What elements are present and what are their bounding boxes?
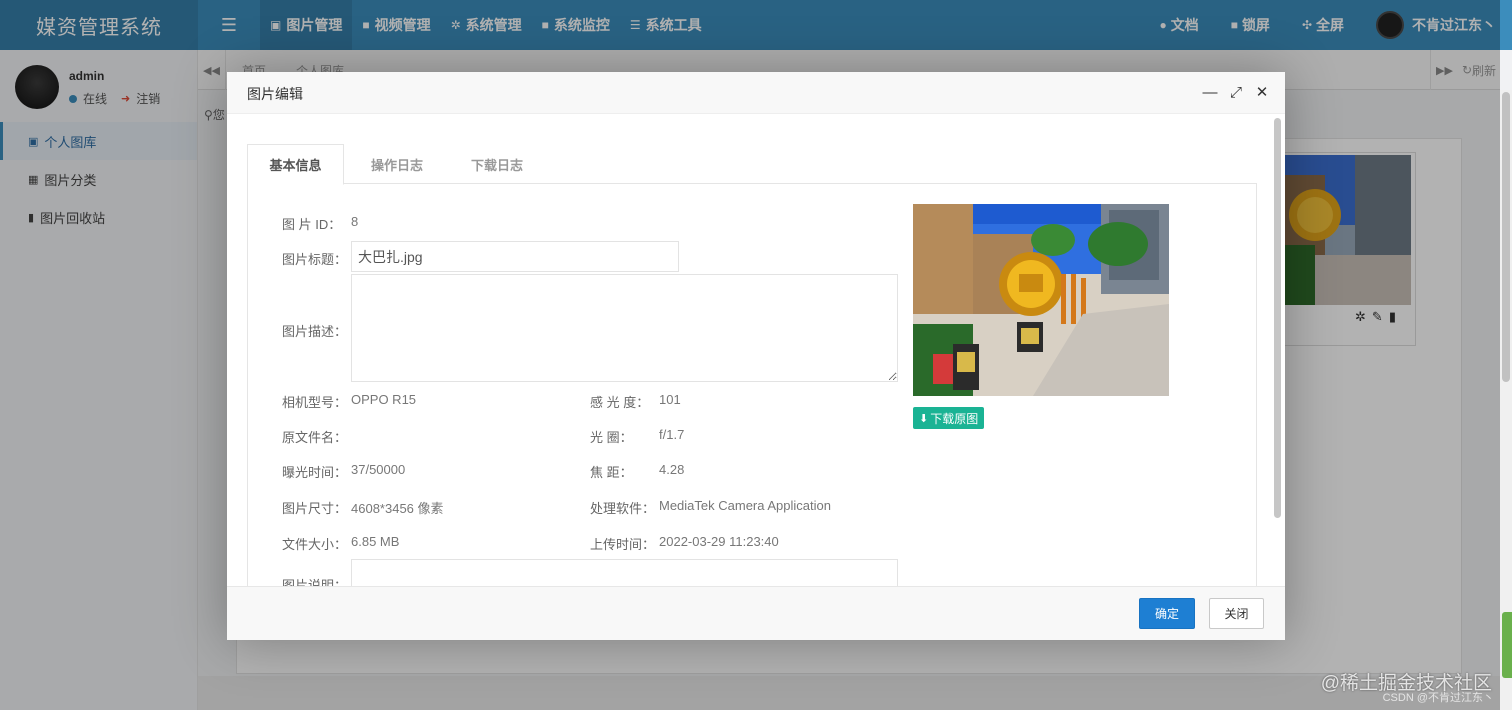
aperture-label: 光 圈： xyxy=(590,430,633,445)
aperture-value: f/1.7 xyxy=(659,427,685,442)
download-label: 下载原图 xyxy=(930,411,979,426)
camera-model-label: 相机型号： xyxy=(282,395,348,410)
tab-basic-info[interactable]: 基本信息 xyxy=(247,144,344,185)
tab-operation-log[interactable]: 操作日志 xyxy=(347,144,447,184)
image-id-value: 8 xyxy=(351,214,359,229)
focal-length-value: 4.28 xyxy=(659,462,685,477)
upload-time-value: 2022-03-29 11:23:40 xyxy=(659,534,779,549)
image-size-label: 图片尺寸： xyxy=(282,501,348,516)
image-desc-label: 图片描述： xyxy=(282,324,348,339)
upload-time-label: 上传时间： xyxy=(590,537,656,552)
download-original-button[interactable]: ⬇ 下载原图 xyxy=(913,407,985,429)
image-title-label: 图片标题： xyxy=(282,252,348,267)
exposure-label: 曝光时间： xyxy=(282,465,348,480)
image-title-input[interactable] xyxy=(351,241,679,272)
minimize-icon[interactable]: — xyxy=(1201,82,1219,102)
dialog-body: 基本信息 操作日志 下载日志 图 片 ID： 8 图片标题： 图片描述： 相机型… xyxy=(227,114,1285,586)
image-note-label: 图片说明： xyxy=(282,578,348,586)
file-size-label: 文件大小： xyxy=(282,537,348,552)
image-size-value: 4608*3456 像素 xyxy=(351,501,444,516)
watermark-secondary: CSDN @不肯过江东丶 xyxy=(1382,692,1494,704)
close-button[interactable]: 关闭 xyxy=(1209,598,1264,629)
side-widget[interactable] xyxy=(1502,612,1512,678)
dialog-footer: 确定 关闭 xyxy=(227,586,1285,640)
dialog-scrollbar[interactable] xyxy=(1274,118,1281,518)
download-icon: ⬇ xyxy=(919,412,929,425)
file-size-value: 6.85 MB xyxy=(351,534,400,549)
maximize-icon[interactable]: ⤢ xyxy=(1227,82,1245,102)
page-scrollbar-thumb[interactable] xyxy=(1502,92,1510,382)
software-value: MediaTek Camera Application xyxy=(659,498,831,513)
image-note-textarea[interactable] xyxy=(351,559,898,586)
software-label: 处理软件： xyxy=(590,501,656,516)
tab-download-log[interactable]: 下载日志 xyxy=(447,144,547,184)
original-filename-label: 原文件名： xyxy=(282,430,348,445)
confirm-button[interactable]: 确定 xyxy=(1139,598,1195,629)
image-edit-dialog: 图片编辑 — ⤢ ✕ 基本信息 操作日志 下载日志 图 片 ID： 8 图片标题… xyxy=(227,72,1285,640)
camera-model-value: OPPO R15 xyxy=(351,392,417,407)
image-desc-textarea[interactable] xyxy=(351,274,898,382)
image-preview[interactable] xyxy=(913,204,1169,396)
dialog-tabs: 基本信息 操作日志 下载日志 xyxy=(247,144,1257,185)
exposure-value: 37/50000 xyxy=(351,462,406,477)
dialog-header: 图片编辑 — ⤢ ✕ xyxy=(227,72,1285,114)
image-id-label: 图 片 ID： xyxy=(282,217,342,232)
iso-value: 101 xyxy=(659,392,681,407)
focal-length-label: 焦 距： xyxy=(590,465,633,480)
close-icon[interactable]: ✕ xyxy=(1253,82,1271,102)
dialog-title: 图片编辑 xyxy=(247,86,303,102)
iso-label: 感 光 度： xyxy=(590,395,650,410)
